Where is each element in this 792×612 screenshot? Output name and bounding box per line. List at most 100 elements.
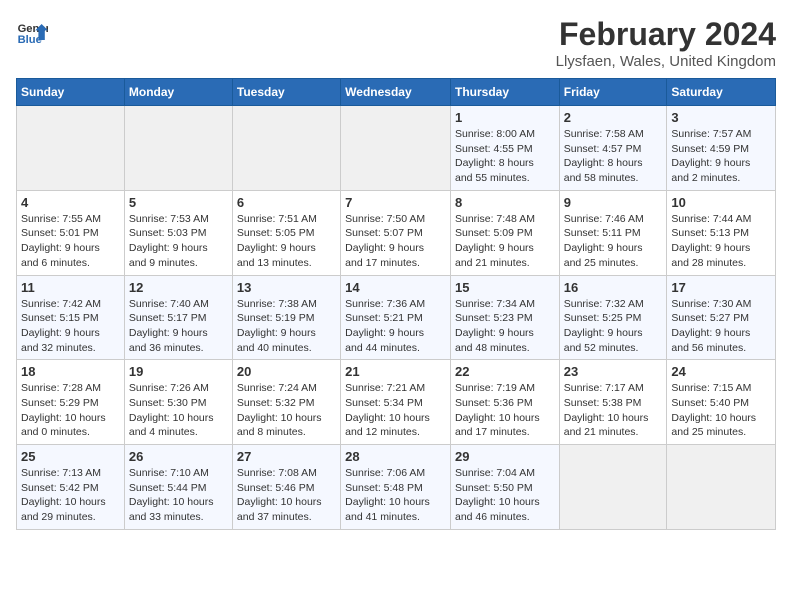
- day-cell: 19 Sunrise: 7:26 AM Sunset: 5:30 PM Dayli…: [124, 360, 232, 445]
- day-cell: [124, 106, 232, 191]
- day-cell: 23 Sunrise: 7:17 AM Sunset: 5:38 PM Dayli…: [559, 360, 667, 445]
- day-cell: 25 Sunrise: 7:13 AM Sunset: 5:42 PM Dayli…: [17, 445, 125, 530]
- week-row-4: 18 Sunrise: 7:28 AM Sunset: 5:29 PM Dayli…: [17, 360, 776, 445]
- day-info: Sunrise: 7:10 AM Sunset: 5:44 PM Dayligh…: [129, 466, 228, 525]
- week-row-3: 11 Sunrise: 7:42 AM Sunset: 5:15 PM Dayli…: [17, 275, 776, 360]
- day-cell: [17, 106, 125, 191]
- title-area: February 2024 Llysfaen, Wales, United Ki…: [556, 16, 776, 70]
- day-number: 9: [564, 195, 663, 210]
- week-row-1: 1 Sunrise: 8:00 AM Sunset: 4:55 PM Daylig…: [17, 106, 776, 191]
- col-header-monday: Monday: [124, 79, 232, 106]
- day-cell: 18 Sunrise: 7:28 AM Sunset: 5:29 PM Dayli…: [17, 360, 125, 445]
- day-number: 17: [671, 280, 771, 295]
- day-cell: 2Sunrise: 7:58 AM Sunset: 4:57 PM Daylig…: [559, 106, 667, 191]
- day-info: Sunrise: 7:46 AM Sunset: 5:11 PM Dayligh…: [564, 212, 663, 271]
- day-info: Sunrise: 7:34 AM Sunset: 5:23 PM Dayligh…: [455, 297, 555, 356]
- day-info: Sunrise: 7:53 AM Sunset: 5:03 PM Dayligh…: [129, 212, 228, 271]
- day-info: Sunrise: 7:55 AM Sunset: 5:01 PM Dayligh…: [21, 212, 120, 271]
- day-info: Sunrise: 7:42 AM Sunset: 5:15 PM Dayligh…: [21, 297, 120, 356]
- day-info: Sunrise: 7:50 AM Sunset: 5:07 PM Dayligh…: [345, 212, 446, 271]
- day-cell: 29Sunrise: 7:04 AM Sunset: 5:50 PM Dayli…: [450, 445, 559, 530]
- day-info: Sunrise: 7:21 AM Sunset: 5:34 PM Dayligh…: [345, 381, 446, 440]
- day-cell: 8Sunrise: 7:48 AM Sunset: 5:09 PM Daylig…: [450, 190, 559, 275]
- day-number: 21: [345, 364, 446, 379]
- col-header-friday: Friday: [559, 79, 667, 106]
- svg-text:Blue: Blue: [18, 34, 42, 46]
- day-cell: 11 Sunrise: 7:42 AM Sunset: 5:15 PM Dayli…: [17, 275, 125, 360]
- day-info: Sunrise: 7:32 AM Sunset: 5:25 PM Dayligh…: [564, 297, 663, 356]
- col-header-tuesday: Tuesday: [232, 79, 340, 106]
- day-number: 16: [564, 280, 663, 295]
- day-cell: 9 Sunrise: 7:46 AM Sunset: 5:11 PM Daylig…: [559, 190, 667, 275]
- day-number: 6: [237, 195, 336, 210]
- day-number: 18: [21, 364, 120, 379]
- header: General Blue February 2024 Llysfaen, Wal…: [16, 16, 776, 70]
- day-cell: 3 Sunrise: 7:57 AM Sunset: 4:59 PM Daylig…: [667, 106, 776, 191]
- day-cell: [559, 445, 667, 530]
- day-number: 22: [455, 364, 555, 379]
- day-info: Sunrise: 7:44 AM Sunset: 5:13 PM Dayligh…: [671, 212, 771, 271]
- day-cell: 14Sunrise: 7:36 AM Sunset: 5:21 PM Dayli…: [341, 275, 451, 360]
- day-number: 4: [21, 195, 120, 210]
- day-info: Sunrise: 7:40 AM Sunset: 5:17 PM Dayligh…: [129, 297, 228, 356]
- day-cell: 6 Sunrise: 7:51 AM Sunset: 5:05 PM Daylig…: [232, 190, 340, 275]
- day-number: 24: [671, 364, 771, 379]
- day-info: Sunrise: 8:00 AM Sunset: 4:55 PM Dayligh…: [455, 127, 555, 186]
- week-row-2: 4 Sunrise: 7:55 AM Sunset: 5:01 PM Daylig…: [17, 190, 776, 275]
- day-number: 28: [345, 449, 446, 464]
- col-header-sunday: Sunday: [17, 79, 125, 106]
- day-info: Sunrise: 7:04 AM Sunset: 5:50 PM Dayligh…: [455, 466, 555, 525]
- day-cell: 13Sunrise: 7:38 AM Sunset: 5:19 PM Dayli…: [232, 275, 340, 360]
- week-row-5: 25 Sunrise: 7:13 AM Sunset: 5:42 PM Dayli…: [17, 445, 776, 530]
- day-info: Sunrise: 7:57 AM Sunset: 4:59 PM Dayligh…: [671, 127, 771, 186]
- day-info: Sunrise: 7:15 AM Sunset: 5:40 PM Dayligh…: [671, 381, 771, 440]
- day-number: 25: [21, 449, 120, 464]
- logo-icon: General Blue: [16, 16, 48, 48]
- day-cell: 5 Sunrise: 7:53 AM Sunset: 5:03 PM Daylig…: [124, 190, 232, 275]
- col-header-wednesday: Wednesday: [341, 79, 451, 106]
- day-cell: 17 Sunrise: 7:30 AM Sunset: 5:27 PM Dayli…: [667, 275, 776, 360]
- day-info: Sunrise: 7:26 AM Sunset: 5:30 PM Dayligh…: [129, 381, 228, 440]
- day-number: 1: [455, 110, 555, 125]
- day-info: Sunrise: 7:24 AM Sunset: 5:32 PM Dayligh…: [237, 381, 336, 440]
- day-number: 23: [564, 364, 663, 379]
- day-cell: 15 Sunrise: 7:34 AM Sunset: 5:23 PM Dayli…: [450, 275, 559, 360]
- day-info: Sunrise: 7:13 AM Sunset: 5:42 PM Dayligh…: [21, 466, 120, 525]
- day-number: 19: [129, 364, 228, 379]
- day-cell: 7 Sunrise: 7:50 AM Sunset: 5:07 PM Daylig…: [341, 190, 451, 275]
- location: Llysfaen, Wales, United Kingdom: [556, 53, 776, 70]
- calendar-header-row: SundayMondayTuesdayWednesdayThursdayFrid…: [17, 79, 776, 106]
- day-number: 27: [237, 449, 336, 464]
- day-number: 20: [237, 364, 336, 379]
- logo: General Blue: [16, 16, 48, 48]
- day-number: 11: [21, 280, 120, 295]
- day-info: Sunrise: 7:30 AM Sunset: 5:27 PM Dayligh…: [671, 297, 771, 356]
- day-info: Sunrise: 7:19 AM Sunset: 5:36 PM Dayligh…: [455, 381, 555, 440]
- day-cell: 16 Sunrise: 7:32 AM Sunset: 5:25 PM Dayli…: [559, 275, 667, 360]
- col-header-thursday: Thursday: [450, 79, 559, 106]
- day-cell: 24 Sunrise: 7:15 AM Sunset: 5:40 PM Dayli…: [667, 360, 776, 445]
- day-info: Sunrise: 7:06 AM Sunset: 5:48 PM Dayligh…: [345, 466, 446, 525]
- day-number: 15: [455, 280, 555, 295]
- day-cell: 10 Sunrise: 7:44 AM Sunset: 5:13 PM Dayli…: [667, 190, 776, 275]
- col-header-saturday: Saturday: [667, 79, 776, 106]
- day-number: 2: [564, 110, 663, 125]
- day-info: Sunrise: 7:51 AM Sunset: 5:05 PM Dayligh…: [237, 212, 336, 271]
- day-number: 3: [671, 110, 771, 125]
- calendar-body: 1 Sunrise: 8:00 AM Sunset: 4:55 PM Daylig…: [17, 106, 776, 530]
- day-number: 26: [129, 449, 228, 464]
- day-info: Sunrise: 7:28 AM Sunset: 5:29 PM Dayligh…: [21, 381, 120, 440]
- month-year: February 2024: [556, 16, 776, 53]
- calendar-table: SundayMondayTuesdayWednesdayThursdayFrid…: [16, 78, 776, 530]
- day-info: Sunrise: 7:17 AM Sunset: 5:38 PM Dayligh…: [564, 381, 663, 440]
- day-cell: [341, 106, 451, 191]
- day-number: 8: [455, 195, 555, 210]
- day-number: 10: [671, 195, 771, 210]
- day-info: Sunrise: 7:38 AM Sunset: 5:19 PM Dayligh…: [237, 297, 336, 356]
- day-cell: [667, 445, 776, 530]
- day-number: 5: [129, 195, 228, 210]
- day-cell: 4 Sunrise: 7:55 AM Sunset: 5:01 PM Daylig…: [17, 190, 125, 275]
- day-cell: 1 Sunrise: 8:00 AM Sunset: 4:55 PM Daylig…: [450, 106, 559, 191]
- day-number: 7: [345, 195, 446, 210]
- day-number: 12: [129, 280, 228, 295]
